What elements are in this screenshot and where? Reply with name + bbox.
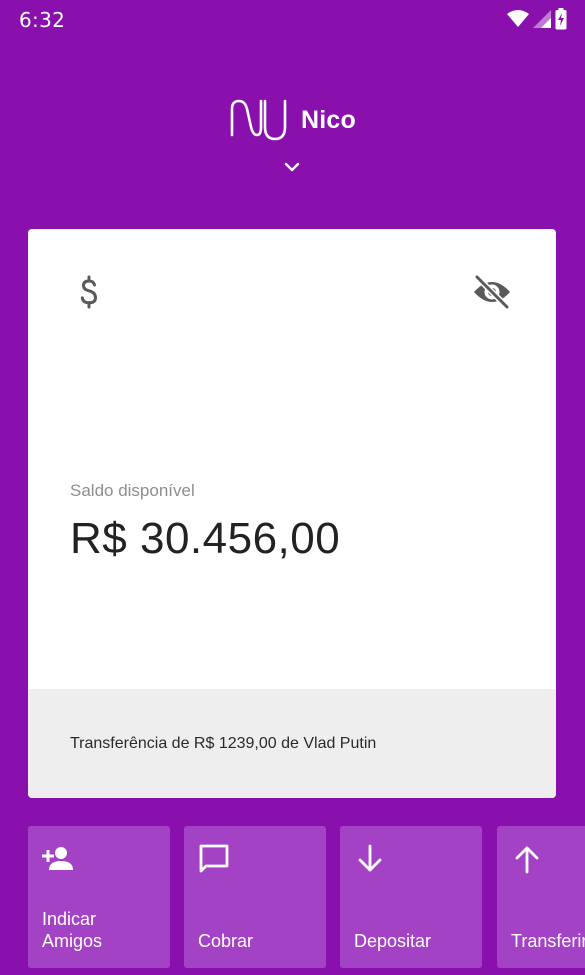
header: Nico	[0, 95, 585, 185]
arrow-down-icon	[358, 844, 382, 872]
last-transaction[interactable]: Transferência de R$ 1239,00 de Vlad Puti…	[28, 689, 556, 798]
tile-label: Depositar	[354, 930, 478, 952]
nu-logo	[230, 99, 287, 141]
signal-icon	[533, 10, 551, 28]
tile-label: Cobrar	[198, 930, 322, 952]
app-screen: 6:32 Nico Saldo disponível R$ 30.456,00 …	[0, 0, 585, 975]
tile-label-line: Amigos	[42, 931, 103, 951]
arrow-up-icon	[515, 846, 539, 874]
chat-bubble-icon	[199, 844, 229, 873]
eye-off-icon[interactable]	[472, 274, 512, 310]
refer-friends-button[interactable]: Indicar Amigos	[28, 826, 170, 968]
tile-label: Indicar Amigos	[42, 908, 166, 952]
last-transaction-text: Transferência de R$ 1239,00 de Vlad Puti…	[70, 735, 377, 752]
person-add-icon	[42, 847, 73, 870]
tile-label: Transferir	[511, 930, 585, 952]
balance-value: R$ 30.456,00	[70, 514, 341, 563]
status-bar: 6:32	[0, 0, 585, 38]
charge-button[interactable]: Cobrar	[184, 826, 326, 968]
status-icons	[507, 8, 567, 30]
wifi-icon	[507, 10, 529, 27]
user-name: Nico	[301, 105, 356, 134]
battery-charging-icon	[555, 8, 567, 30]
account-switcher[interactable]: Nico	[229, 97, 356, 143]
chevron-down-icon[interactable]	[281, 161, 303, 175]
tile-label-line: Indicar	[42, 909, 97, 929]
tile-label-line: Depositar	[354, 931, 432, 951]
transfer-button[interactable]: Transferir	[497, 826, 585, 968]
dollar-icon	[80, 275, 98, 309]
status-time: 6:32	[19, 8, 66, 32]
tile-label-line: Transferir	[511, 931, 585, 951]
balance-label: Saldo disponível	[70, 481, 195, 500]
deposit-button[interactable]: Depositar	[340, 826, 482, 968]
balance-card[interactable]: Saldo disponível R$ 30.456,00 Transferên…	[28, 229, 556, 798]
tile-label-line: Cobrar	[198, 931, 254, 951]
action-tiles: Indicar Amigos Cobrar Depositar Transfer…	[28, 826, 585, 968]
